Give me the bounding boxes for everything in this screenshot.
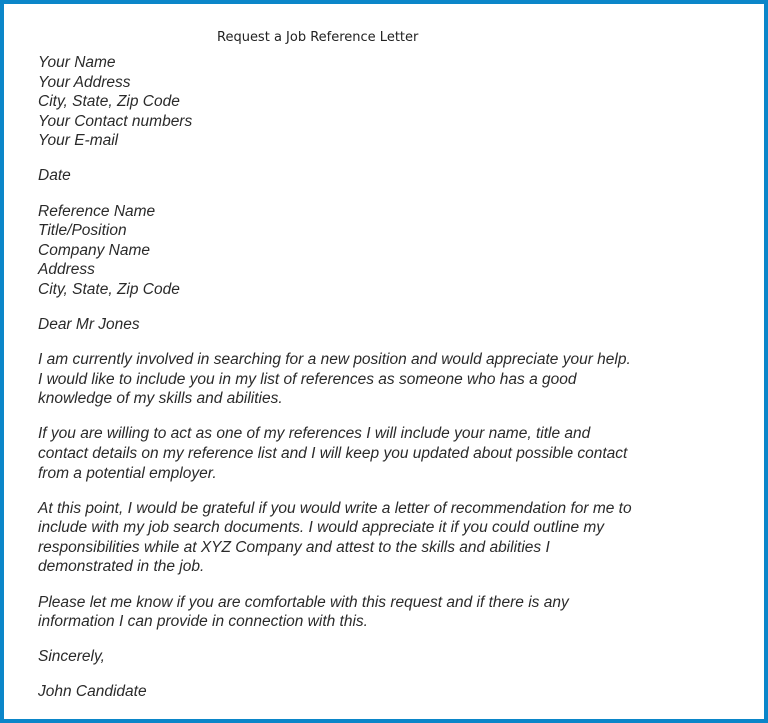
paragraph-4: Please let me know if you are comfortabl… xyxy=(38,593,738,632)
document-frame: Request a Job Reference Letter Your Name… xyxy=(0,0,768,723)
paragraph-line: I am currently involved in searching for… xyxy=(38,351,631,369)
recipient-block: Reference Name Title/Position Company Na… xyxy=(38,202,738,300)
paragraph-line: If you are willing to act as one of my r… xyxy=(38,425,591,443)
salutation: Dear Mr Jones xyxy=(38,316,140,334)
letter-body: Your Name Your Address City, State, Zip … xyxy=(38,53,738,702)
document-title: Request a Job Reference Letter xyxy=(217,30,419,45)
paragraph-line: from a potential employer. xyxy=(38,464,217,482)
recipient-title: Title/Position xyxy=(38,222,127,240)
paragraph-3: At this point, I would be grateful if yo… xyxy=(38,499,738,577)
paragraph-line: demonstrated in the job. xyxy=(38,558,205,576)
letter-date: Date xyxy=(38,167,71,185)
paragraph-line: include with my job search documents. I … xyxy=(38,519,605,537)
paragraph-line: I would like to include you in my list o… xyxy=(38,370,577,388)
sender-email: Your E-mail xyxy=(38,132,119,150)
recipient-company: Company Name xyxy=(38,241,150,259)
sender-name: Your Name xyxy=(38,54,116,71)
paragraph-2: If you are willing to act as one of my r… xyxy=(38,424,738,483)
paragraph-line: contact details on my reference list and… xyxy=(38,445,628,462)
sender-city-state-zip: City, State, Zip Code xyxy=(38,93,180,111)
sender-contact-numbers: Your Contact numbers xyxy=(38,112,193,130)
recipient-name: Reference Name xyxy=(38,202,156,220)
sender-address: Your Address xyxy=(38,73,131,91)
sender-block: Your Name Your Address City, State, Zip … xyxy=(38,53,738,151)
recipient-city-state-zip: City, State, Zip Code xyxy=(38,280,180,298)
paragraph-line: knowledge of my skills and abilities. xyxy=(38,390,283,408)
recipient-address: Address xyxy=(38,261,95,279)
paragraph-line: responsibilities while at XYZ Company an… xyxy=(38,538,550,556)
signature: John Candidate xyxy=(38,683,147,701)
paragraph-line: At this point, I would be grateful if yo… xyxy=(38,499,632,517)
paragraph-line: Please let me know if you are comfortabl… xyxy=(38,593,569,611)
paragraph-1: I am currently involved in searching for… xyxy=(38,350,738,409)
paragraph-line: information I can provide in connection … xyxy=(38,613,368,631)
closing: Sincerely, xyxy=(38,648,105,666)
